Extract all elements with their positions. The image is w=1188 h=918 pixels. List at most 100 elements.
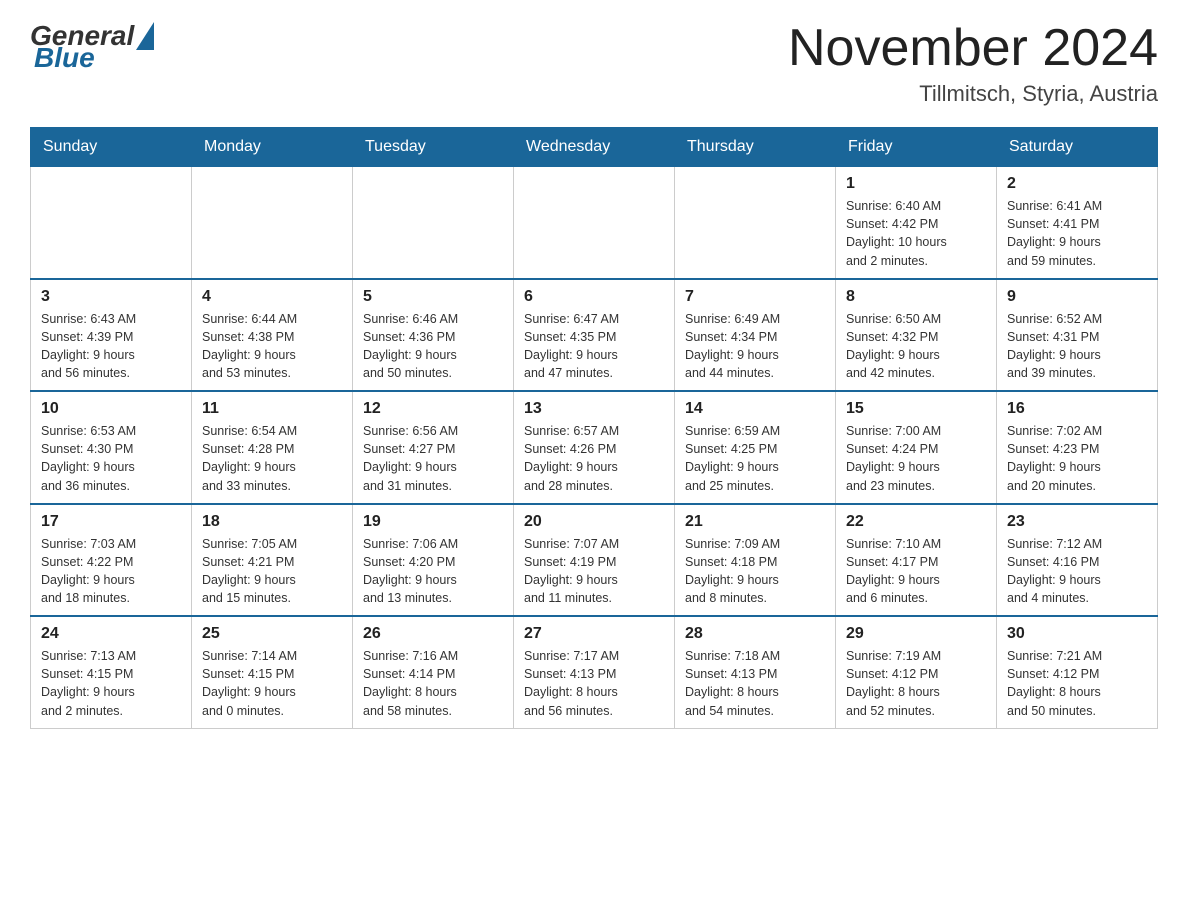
day-number: 29 [846,625,986,643]
day-info: Sunrise: 6:43 AM Sunset: 4:39 PM Dayligh… [41,310,181,383]
location-subtitle: Tillmitsch, Styria, Austria [788,81,1158,107]
calendar-cell: 12 Sunrise: 6:56 AM Sunset: 4:27 PM Dayli… [353,391,514,504]
weekday-header-monday: Monday [192,128,353,167]
day-number: 13 [524,400,664,418]
calendar-cell: 15Sunrise: 7:00 AM Sunset: 4:24 PM Dayli… [836,391,997,504]
logo-blue-text: Blue [34,42,95,74]
calendar-cell: 6 Sunrise: 6:47 AM Sunset: 4:35 PM Daylig… [514,279,675,392]
calendar-cell: 10 Sunrise: 6:53 AM Sunset: 4:30 PM Dayli… [31,391,192,504]
day-info: Sunrise: 7:14 AM Sunset: 4:15 PM Dayligh… [202,647,342,720]
day-number: 23 [1007,513,1147,531]
calendar-cell: 5 Sunrise: 6:46 AM Sunset: 4:36 PM Daylig… [353,279,514,392]
calendar-cell: 4Sunrise: 6:44 AM Sunset: 4:38 PM Daylig… [192,279,353,392]
calendar-cell: 26 Sunrise: 7:16 AM Sunset: 4:14 PM Dayli… [353,616,514,728]
calendar-cell [353,167,514,279]
day-number: 14 [685,400,825,418]
week-row-3: 10 Sunrise: 6:53 AM Sunset: 4:30 PM Dayli… [31,391,1158,504]
day-number: 30 [1007,625,1147,643]
day-info: Sunrise: 7:18 AM Sunset: 4:13 PM Dayligh… [685,647,825,720]
logo-triangle-icon [136,22,154,50]
day-number: 10 [41,400,181,418]
calendar-cell: 16Sunrise: 7:02 AM Sunset: 4:23 PM Dayli… [997,391,1158,504]
page-header: General Blue November 2024 Tillmitsch, S… [30,20,1158,107]
day-number: 11 [202,400,342,418]
calendar-cell: 21 Sunrise: 7:09 AM Sunset: 4:18 PM Dayli… [675,504,836,617]
day-info: Sunrise: 6:50 AM Sunset: 4:32 PM Dayligh… [846,310,986,383]
day-number: 9 [1007,288,1147,306]
calendar-cell: 8 Sunrise: 6:50 AM Sunset: 4:32 PM Daylig… [836,279,997,392]
day-info: Sunrise: 6:57 AM Sunset: 4:26 PM Dayligh… [524,422,664,495]
calendar-cell: 30 Sunrise: 7:21 AM Sunset: 4:12 PM Dayli… [997,616,1158,728]
day-info: Sunrise: 7:05 AM Sunset: 4:21 PM Dayligh… [202,535,342,608]
day-number: 21 [685,513,825,531]
calendar-cell: 28 Sunrise: 7:18 AM Sunset: 4:13 PM Dayli… [675,616,836,728]
day-number: 1 [846,175,986,193]
day-number: 15 [846,400,986,418]
day-info: Sunrise: 6:53 AM Sunset: 4:30 PM Dayligh… [41,422,181,495]
weekday-header-thursday: Thursday [675,128,836,167]
day-info: Sunrise: 7:12 AM Sunset: 4:16 PM Dayligh… [1007,535,1147,608]
calendar-table: SundayMondayTuesdayWednesdayThursdayFrid… [30,127,1158,729]
week-row-1: 1 Sunrise: 6:40 AM Sunset: 4:42 PM Daylig… [31,167,1158,279]
day-info: Sunrise: 7:07 AM Sunset: 4:19 PM Dayligh… [524,535,664,608]
day-number: 3 [41,288,181,306]
weekday-header-sunday: Sunday [31,128,192,167]
calendar-cell: 11 Sunrise: 6:54 AM Sunset: 4:28 PM Dayli… [192,391,353,504]
month-title: November 2024 [788,20,1158,77]
day-info: Sunrise: 7:03 AM Sunset: 4:22 PM Dayligh… [41,535,181,608]
calendar-cell: 18Sunrise: 7:05 AM Sunset: 4:21 PM Dayli… [192,504,353,617]
day-info: Sunrise: 6:54 AM Sunset: 4:28 PM Dayligh… [202,422,342,495]
calendar-cell: 19Sunrise: 7:06 AM Sunset: 4:20 PM Dayli… [353,504,514,617]
day-info: Sunrise: 7:02 AM Sunset: 4:23 PM Dayligh… [1007,422,1147,495]
day-number: 7 [685,288,825,306]
day-number: 6 [524,288,664,306]
day-number: 8 [846,288,986,306]
day-info: Sunrise: 6:49 AM Sunset: 4:34 PM Dayligh… [685,310,825,383]
day-info: Sunrise: 7:19 AM Sunset: 4:12 PM Dayligh… [846,647,986,720]
weekday-header-friday: Friday [836,128,997,167]
calendar-cell: 7 Sunrise: 6:49 AM Sunset: 4:34 PM Daylig… [675,279,836,392]
week-row-2: 3 Sunrise: 6:43 AM Sunset: 4:39 PM Daylig… [31,279,1158,392]
day-info: Sunrise: 6:52 AM Sunset: 4:31 PM Dayligh… [1007,310,1147,383]
day-number: 28 [685,625,825,643]
day-info: Sunrise: 6:59 AM Sunset: 4:25 PM Dayligh… [685,422,825,495]
day-info: Sunrise: 6:46 AM Sunset: 4:36 PM Dayligh… [363,310,503,383]
weekday-header-row: SundayMondayTuesdayWednesdayThursdayFrid… [31,128,1158,167]
calendar-cell: 14 Sunrise: 6:59 AM Sunset: 4:25 PM Dayli… [675,391,836,504]
calendar-cell: 27 Sunrise: 7:17 AM Sunset: 4:13 PM Dayli… [514,616,675,728]
calendar-cell [31,167,192,279]
day-info: Sunrise: 7:17 AM Sunset: 4:13 PM Dayligh… [524,647,664,720]
calendar-cell: 9 Sunrise: 6:52 AM Sunset: 4:31 PM Daylig… [997,279,1158,392]
weekday-header-wednesday: Wednesday [514,128,675,167]
day-info: Sunrise: 7:16 AM Sunset: 4:14 PM Dayligh… [363,647,503,720]
week-row-4: 17Sunrise: 7:03 AM Sunset: 4:22 PM Dayli… [31,504,1158,617]
calendar-cell: 25Sunrise: 7:14 AM Sunset: 4:15 PM Dayli… [192,616,353,728]
day-info: Sunrise: 6:47 AM Sunset: 4:35 PM Dayligh… [524,310,664,383]
weekday-header-saturday: Saturday [997,128,1158,167]
day-info: Sunrise: 7:10 AM Sunset: 4:17 PM Dayligh… [846,535,986,608]
calendar-cell: 20 Sunrise: 7:07 AM Sunset: 4:19 PM Dayli… [514,504,675,617]
title-section: November 2024 Tillmitsch, Styria, Austri… [788,20,1158,107]
day-number: 5 [363,288,503,306]
day-number: 12 [363,400,503,418]
week-row-5: 24Sunrise: 7:13 AM Sunset: 4:15 PM Dayli… [31,616,1158,728]
calendar-cell: 13 Sunrise: 6:57 AM Sunset: 4:26 PM Dayli… [514,391,675,504]
day-number: 2 [1007,175,1147,193]
day-info: Sunrise: 7:09 AM Sunset: 4:18 PM Dayligh… [685,535,825,608]
day-number: 27 [524,625,664,643]
day-number: 26 [363,625,503,643]
calendar-cell: 3 Sunrise: 6:43 AM Sunset: 4:39 PM Daylig… [31,279,192,392]
calendar-cell: 1 Sunrise: 6:40 AM Sunset: 4:42 PM Daylig… [836,167,997,279]
day-info: Sunrise: 6:41 AM Sunset: 4:41 PM Dayligh… [1007,197,1147,270]
day-info: Sunrise: 7:13 AM Sunset: 4:15 PM Dayligh… [41,647,181,720]
day-info: Sunrise: 6:56 AM Sunset: 4:27 PM Dayligh… [363,422,503,495]
day-info: Sunrise: 6:40 AM Sunset: 4:42 PM Dayligh… [846,197,986,270]
calendar-cell: 17Sunrise: 7:03 AM Sunset: 4:22 PM Dayli… [31,504,192,617]
calendar-cell: 22 Sunrise: 7:10 AM Sunset: 4:17 PM Dayli… [836,504,997,617]
weekday-header-tuesday: Tuesday [353,128,514,167]
day-number: 20 [524,513,664,531]
day-number: 19 [363,513,503,531]
day-number: 22 [846,513,986,531]
calendar-cell: 2 Sunrise: 6:41 AM Sunset: 4:41 PM Daylig… [997,167,1158,279]
day-info: Sunrise: 7:21 AM Sunset: 4:12 PM Dayligh… [1007,647,1147,720]
